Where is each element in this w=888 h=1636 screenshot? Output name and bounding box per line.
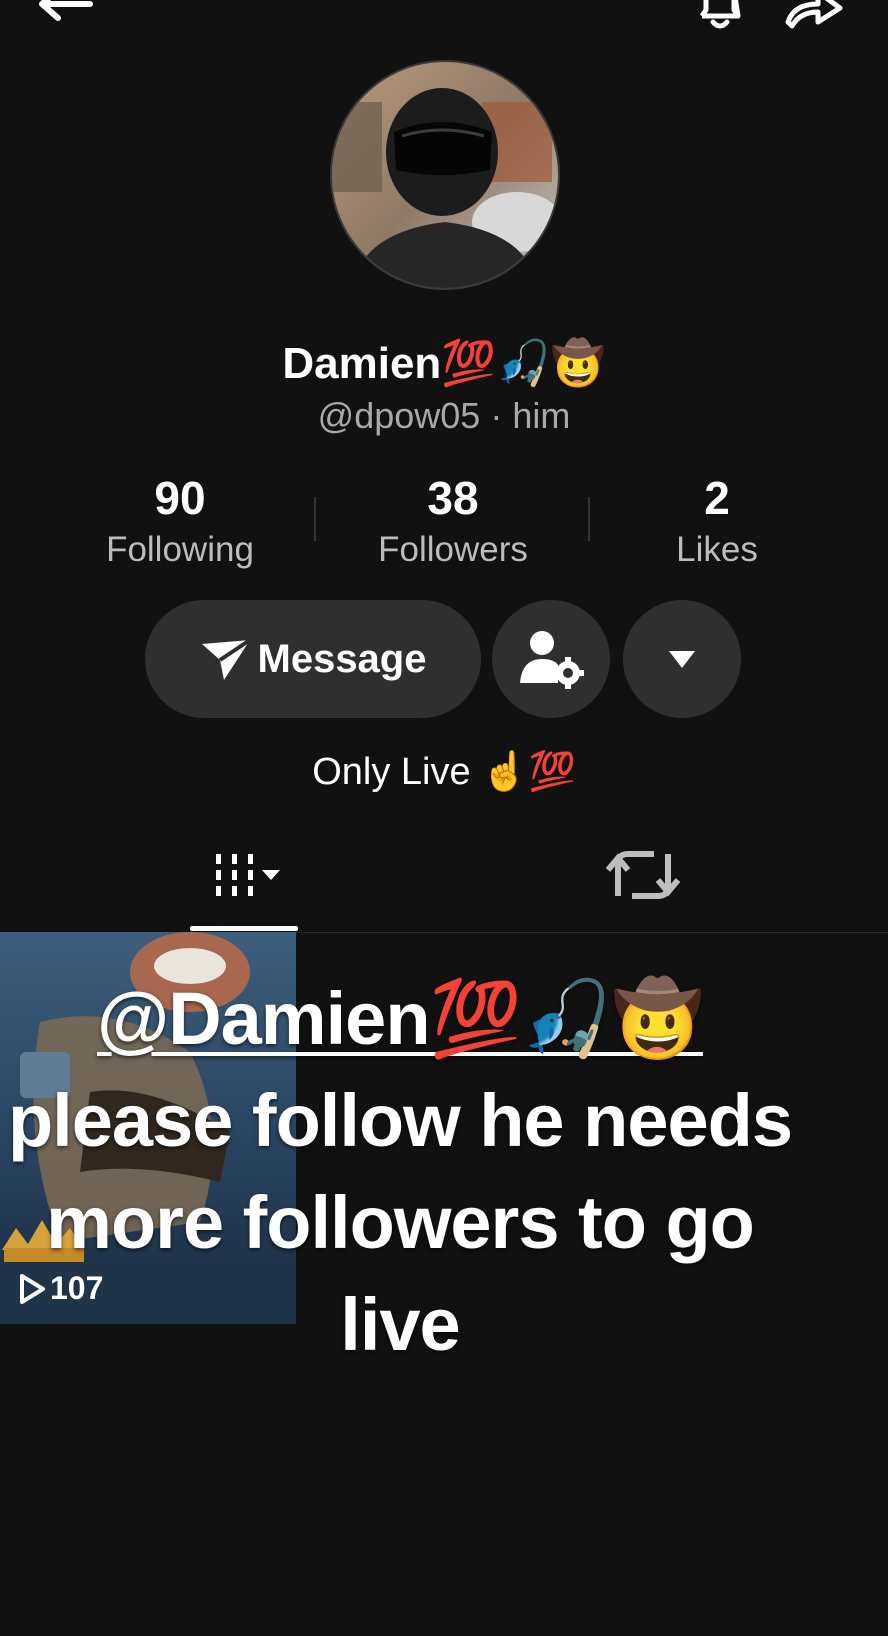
repost-icon — [605, 851, 681, 899]
stat-divider — [588, 497, 590, 541]
followers-label: Followers — [378, 530, 528, 569]
more-options-button[interactable] — [623, 600, 741, 718]
following-count: 90 — [154, 472, 206, 524]
caption-line-2: more followers to go — [46, 1181, 755, 1264]
stat-likes[interactable]: 2 Likes — [602, 470, 832, 574]
profile-stats: 90 Following 38 Followers 2 Likes — [0, 470, 888, 580]
caption-line-3: live — [340, 1283, 460, 1366]
following-label: Following — [106, 530, 254, 569]
caption-line-1: please follow he needs — [7, 1079, 793, 1162]
display-name: Damien💯🎣🤠 — [282, 339, 606, 388]
stat-divider — [314, 497, 316, 541]
message-button[interactable]: Message — [145, 600, 481, 718]
overlay-caption: @Damien💯🎣🤠 please follow he needs more f… — [0, 968, 800, 1376]
stat-followers[interactable]: 38 Followers — [338, 470, 568, 574]
mention-link[interactable]: @Damien💯🎣🤠 — [97, 977, 704, 1060]
message-label: Message — [257, 636, 427, 681]
person-gear-icon — [520, 631, 584, 689]
active-tab-indicator — [190, 926, 298, 931]
profile-actions: Message — [0, 600, 888, 720]
bio-text: Only Live ☝️💯 — [312, 751, 576, 793]
likes-count: 2 — [704, 472, 730, 524]
arrow-left-icon[interactable] — [34, 0, 94, 26]
avatar[interactable] — [330, 60, 560, 290]
content-tabs — [0, 840, 888, 933]
tab-videos[interactable] — [190, 840, 298, 932]
top-bar — [0, 0, 888, 40]
stat-following[interactable]: 90 Following — [65, 470, 295, 574]
profile-settings-button[interactable] — [492, 600, 610, 718]
likes-label: Likes — [676, 530, 758, 569]
followers-count: 38 — [427, 472, 479, 524]
share-arrow-icon[interactable] — [784, 0, 844, 36]
paper-plane-icon — [201, 638, 251, 680]
video-grid-icon — [216, 854, 280, 896]
username-pronouns: @dpow05 · him — [317, 395, 571, 436]
avatar-photo — [332, 62, 558, 288]
caret-down-icon — [669, 651, 695, 668]
tab-reposts[interactable] — [605, 840, 681, 910]
bell-icon[interactable] — [694, 0, 746, 36]
